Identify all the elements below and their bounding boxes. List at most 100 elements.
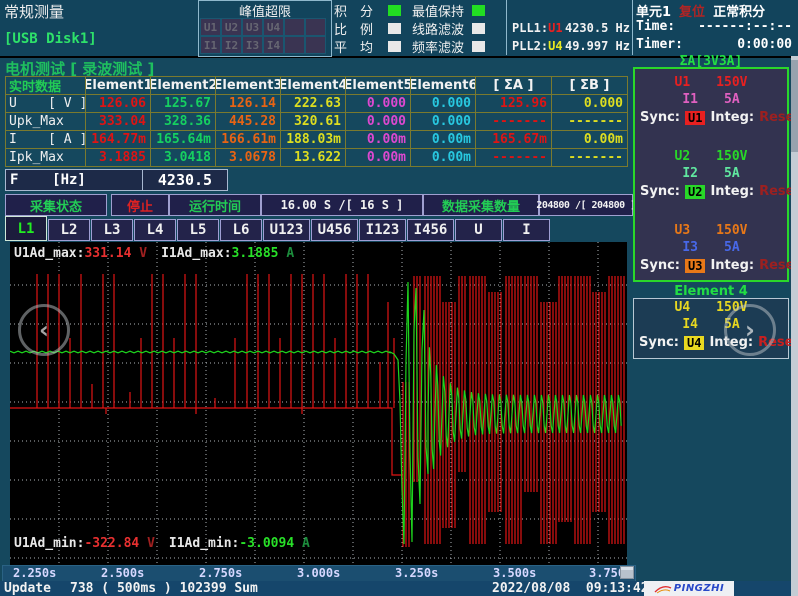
vertical-scrollbar[interactable]	[791, 56, 798, 596]
table-value: 13.622	[281, 149, 346, 167]
hold-filter-label: 最值保持	[412, 1, 470, 20]
integ-mode-row: 比例	[334, 19, 410, 37]
peak-cell-I1: I1	[200, 36, 221, 54]
table-value: -------	[476, 113, 552, 131]
table-value: 125.67	[151, 95, 216, 113]
x-tick-label: 2.250s	[13, 566, 56, 580]
tab-U456[interactable]: U456	[311, 219, 358, 241]
timer-label: Timer:	[636, 37, 683, 55]
table-value: 333.04	[86, 113, 151, 131]
imin-unit: A	[294, 536, 310, 551]
current-channel-name: I1	[682, 92, 698, 109]
tab-L3[interactable]: L3	[91, 219, 133, 241]
current-channel: I15A	[635, 92, 787, 109]
timer-row: Timer: 0:00:00	[636, 37, 792, 55]
voltage-channel-range: 150V	[716, 149, 747, 166]
tab-U[interactable]: U	[455, 219, 502, 241]
table-value: 0.000	[346, 95, 411, 113]
table-value: 166.61m	[216, 131, 281, 149]
table-value: 126.14	[216, 95, 281, 113]
hold-filter-row: 线路滤波	[412, 19, 504, 37]
table-value: 445.28	[216, 113, 281, 131]
imin-value: -3.0094	[239, 536, 294, 551]
voltage-channel-range: 150V	[716, 75, 747, 92]
sync-label: Sync:	[640, 258, 680, 273]
sync-badge-U3[interactable]: U3	[685, 259, 705, 273]
table-value: 0.00m	[411, 149, 476, 167]
tab-U123[interactable]: U123	[263, 219, 310, 241]
peak-cell-U3: U3	[242, 18, 263, 36]
pll-row: PLL1:U14230.5 Hz	[512, 19, 630, 37]
x-tick-label: 2.500s	[101, 566, 144, 580]
tab-L2[interactable]: L2	[48, 219, 90, 241]
sync-label: Sync:	[639, 335, 679, 350]
column-header-Element6: Element6	[411, 77, 476, 95]
table-value: 165.67m	[476, 131, 552, 149]
current-channel-range: 5A	[724, 166, 740, 183]
sync-badge-U4[interactable]: U4	[684, 336, 704, 350]
acquisition-status-label: 采集状态	[5, 194, 107, 216]
separator	[632, 0, 633, 55]
integ-label: Integ:	[710, 184, 754, 199]
umin-value: -322.84	[84, 536, 139, 551]
current-channel-range: 5A	[724, 240, 740, 257]
brand-logo: PINGZHI	[644, 581, 734, 596]
integ-label: Integ:	[710, 110, 754, 125]
integ-mode-char: 例	[360, 19, 386, 38]
sync-badge-U2[interactable]: U2	[685, 185, 705, 199]
datetime-display: 2022/08/08 09:13:42	[492, 581, 649, 596]
table-value: -------	[552, 149, 628, 167]
peak-cell-U2: U2	[221, 18, 242, 36]
row-label: I [ A ]	[6, 131, 86, 149]
scroll-right-button[interactable]: ›	[724, 304, 776, 356]
tab-L6[interactable]: L6	[220, 219, 262, 241]
table-value: 0.00m	[411, 131, 476, 149]
tab-I[interactable]: I	[503, 219, 550, 241]
column-header-A: [ ΣA ]	[476, 77, 552, 95]
realtime-data-table: 实时数据Element1Element2Element3Element4Elem…	[5, 76, 628, 167]
voltage-channel-name: U1	[675, 75, 691, 92]
table-value: 164.77m	[86, 131, 151, 149]
umin-unit: V	[139, 536, 155, 551]
integ-mode-char: 分	[360, 1, 386, 20]
tab-I123[interactable]: I123	[359, 219, 406, 241]
hold-filter-label: 频率滤波	[412, 37, 470, 56]
unit-status-row: 单元1复位正常积分	[636, 1, 792, 19]
pll-label: PLL2:	[512, 39, 548, 53]
pll-row: PLL2:U449.997 Hz	[512, 37, 630, 55]
table-value: 3.0418	[151, 149, 216, 167]
tab-L1[interactable]: L1	[5, 216, 47, 241]
column-header-B: [ ΣB ]	[552, 77, 628, 95]
integ-mode-char: 比	[334, 19, 360, 38]
tab-L4[interactable]: L4	[134, 219, 176, 241]
column-header-Element4: Element4	[281, 77, 346, 95]
table-value: 0.000	[346, 113, 411, 131]
sync-label: Sync:	[640, 184, 680, 199]
tab-L5[interactable]: L5	[177, 219, 219, 241]
sync-integ-row: Sync:U1Integ:Reset	[635, 109, 787, 126]
tab-I456[interactable]: I456	[407, 219, 454, 241]
element4-title: Element 4	[633, 284, 789, 299]
sample-count-label: 数据采集数量	[423, 194, 539, 216]
voltage-channel-name: U3	[675, 223, 691, 240]
runtime-label: 运行时间	[169, 194, 261, 216]
timer-value: 0:00:00	[737, 37, 792, 55]
time-row: Time: ------:--:--	[636, 19, 792, 37]
peak-cell-I2: I2	[221, 36, 242, 54]
pll-label: PLL1:	[512, 21, 548, 35]
umax-unit: V	[131, 246, 147, 261]
table-value: 0.00m	[346, 149, 411, 167]
integ-mode-char: 均	[360, 37, 386, 56]
sync-integ-row: Sync:U2Integ:Reset	[635, 183, 787, 200]
scrollbar-thumb[interactable]	[791, 60, 798, 152]
peak-cell-empty	[305, 36, 326, 54]
scroll-left-button[interactable]: ‹	[18, 304, 70, 356]
integ-reset-status: 复位	[679, 5, 705, 20]
row-label: U [ V ]	[6, 95, 86, 113]
frequency-value: 4230.5	[142, 169, 228, 191]
acquisition-stop-button[interactable]: 停止	[111, 194, 169, 216]
x-tick-label: 2.750s	[199, 566, 242, 580]
sync-badge-U1[interactable]: U1	[685, 111, 705, 125]
table-value: 222.63	[281, 95, 346, 113]
table-value: 0.00m	[552, 131, 628, 149]
